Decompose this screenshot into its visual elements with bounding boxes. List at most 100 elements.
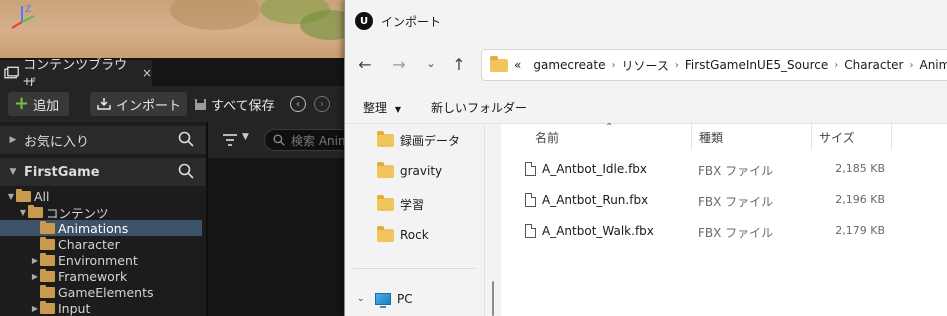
file-icon: [525, 224, 536, 238]
file-type: FBX ファイル: [698, 226, 774, 240]
project-label: FirstGame: [24, 164, 100, 180]
tree-item[interactable]: GameElements: [0, 284, 206, 300]
nav-scrollbar-thumb[interactable]: [492, 281, 494, 316]
column-header-type[interactable]: 種類: [699, 129, 723, 146]
chevron-right-icon[interactable]: ▶: [30, 272, 40, 281]
breadcrumb-gamecreate[interactable]: gamecreate: [527, 58, 611, 72]
add-button[interactable]: + 追加: [8, 92, 70, 116]
tab-content-browser[interactable]: コンテンツブラウザ ×: [0, 58, 152, 92]
recent-chevron-down-icon[interactable]: ⌄: [421, 57, 441, 70]
search-icon[interactable]: [178, 163, 194, 179]
file-name: A_Antbot_Run.fbx: [542, 193, 649, 207]
chevron-down-icon: ▼: [9, 167, 17, 177]
asset-view: ▼ 検索 Anim: [206, 122, 354, 316]
save-all-button[interactable]: すべて保存: [188, 92, 281, 116]
import-button-label: インポート: [116, 98, 182, 114]
new-folder-label: 新しいフォルダー: [431, 101, 528, 115]
folder-icon: [377, 161, 394, 178]
save-icon: [195, 98, 206, 110]
asset-search-input[interactable]: 検索 Anim: [264, 129, 354, 151]
sort-ascending-icon: ⌃: [605, 122, 614, 133]
close-icon[interactable]: ×: [142, 66, 152, 80]
up-arrow-icon[interactable]: ↑: [449, 55, 469, 74]
nav-item-gravity[interactable]: gravity: [377, 161, 442, 178]
tree-item-label: Environment: [58, 252, 138, 268]
file-name: A_Antbot_Walk.fbx: [542, 224, 654, 238]
tree-item[interactable]: ▶ Environment: [0, 252, 206, 268]
nav-item-label: 録画データ: [400, 134, 461, 148]
nav-item-pc[interactable]: ⌄ PC: [357, 292, 413, 308]
chevron-right-icon[interactable]: ▶: [30, 304, 40, 313]
new-folder-button[interactable]: 新しいフォルダー: [431, 99, 527, 116]
tree-item[interactable]: ▶ Input: [0, 300, 206, 316]
tree-item-label: Framework: [58, 268, 128, 284]
chevron-down-icon[interactable]: ▼: [6, 192, 16, 201]
column-divider[interactable]: [891, 124, 892, 150]
file-icon: [525, 193, 536, 207]
folder-icon: [40, 284, 55, 298]
column-header-size[interactable]: サイズ: [819, 129, 855, 146]
nav-scrollbar[interactable]: [487, 124, 501, 316]
file-row[interactable]: A_Antbot_Run.fbx FBX ファイル 2,196 KB: [501, 184, 947, 216]
nav-item-recordings[interactable]: 録画データ: [377, 131, 461, 149]
folder-icon: [40, 236, 55, 250]
history-back-icon[interactable]: ‹: [290, 96, 306, 112]
add-button-label: 追加: [33, 98, 60, 114]
import-dialog: U インポート ← → ⌄ ↑ « gamecreate › リソース › Fi…: [344, 0, 947, 316]
folder-icon: [40, 252, 55, 266]
filter-icon[interactable]: [222, 133, 238, 147]
tree-item[interactable]: ▼ コンテンツ: [0, 204, 206, 221]
organize-label: 整理: [363, 101, 388, 115]
breadcrumb-resources[interactable]: リソース: [615, 57, 674, 74]
search-icon[interactable]: [178, 131, 194, 147]
chevron-right-icon: ▶: [9, 135, 17, 145]
pc-icon: [375, 293, 391, 308]
breadcrumb-overflow[interactable]: «: [514, 58, 527, 72]
level-viewport[interactable]: Z: [0, 0, 350, 58]
chevron-down-icon[interactable]: ▼: [18, 208, 28, 217]
folder-icon: [28, 204, 43, 218]
breadcrumb-character[interactable]: Character: [838, 58, 909, 72]
axis-gizmo-icon: Z: [11, 5, 35, 29]
history-forward-icon[interactable]: ›: [314, 96, 330, 112]
file-name: A_Antbot_Idle.fbx: [542, 162, 648, 176]
tree-item-label: GameElements: [58, 284, 154, 300]
content-browser-icon: [4, 66, 19, 79]
sources-panel: ▶ お気に入り ▼ FirstGame ▼ All ▼ コンテンツ Animations…: [0, 122, 206, 316]
tree-item-label: コンテンツ: [46, 205, 109, 221]
nav-item-study[interactable]: 学習: [377, 195, 424, 213]
breadcrumb-animation[interactable]: Animation: [913, 58, 947, 72]
column-header-name[interactable]: 名前: [535, 129, 559, 146]
file-row[interactable]: A_Antbot_Walk.fbx FBX ファイル 2,179 KB: [501, 215, 947, 247]
tree-item[interactable]: Character: [0, 236, 206, 252]
project-section[interactable]: ▼ FirstGame: [0, 158, 206, 186]
column-divider[interactable]: [811, 124, 812, 150]
save-all-button-label: すべて保存: [211, 98, 275, 114]
file-row[interactable]: A_Antbot_Idle.fbx FBX ファイル 2,185 KB: [501, 153, 947, 185]
breadcrumb-source[interactable]: FirstGameInUE5_Source: [679, 58, 834, 72]
tree-item[interactable]: ▶ Framework: [0, 268, 206, 284]
organize-button[interactable]: 整理 ▼: [363, 99, 401, 116]
chevron-right-icon[interactable]: ▶: [30, 256, 40, 265]
forward-arrow-icon[interactable]: →: [389, 55, 409, 74]
nav-divider: [353, 268, 475, 269]
folder-icon: [377, 195, 394, 211]
chevron-down-icon[interactable]: ⌄: [357, 294, 369, 304]
file-size: 2,179 KB: [835, 224, 885, 237]
file-type: FBX ファイル: [698, 164, 774, 178]
nav-item-pc-label: PC: [397, 292, 413, 306]
favorites-section[interactable]: ▶ お気に入り: [0, 126, 206, 154]
file-type: FBX ファイル: [698, 195, 774, 209]
folder-tree: ▼ All ▼ コンテンツ Animations Character ▶ Environmen…: [0, 188, 206, 316]
back-arrow-icon[interactable]: ←: [355, 55, 375, 74]
nav-item-rock[interactable]: Rock: [377, 225, 429, 242]
file-list: ⌃ 名前 種類 サイズ A_Antbot_Idle.fbx FBX ファイル 2…: [501, 122, 947, 316]
column-divider[interactable]: [691, 124, 692, 150]
content-browser-toolbar: + 追加 インポート すべて保存 ‹ ›: [0, 86, 344, 122]
folder-icon: [16, 188, 31, 202]
filter-chevron-down-icon[interactable]: ▼: [242, 132, 249, 142]
folder-icon: [40, 268, 55, 282]
address-bar[interactable]: « gamecreate › リソース › FirstGameInUE5_Sou…: [481, 49, 947, 81]
import-button[interactable]: インポート: [90, 92, 188, 116]
tree-item[interactable]: Animations: [0, 220, 202, 236]
